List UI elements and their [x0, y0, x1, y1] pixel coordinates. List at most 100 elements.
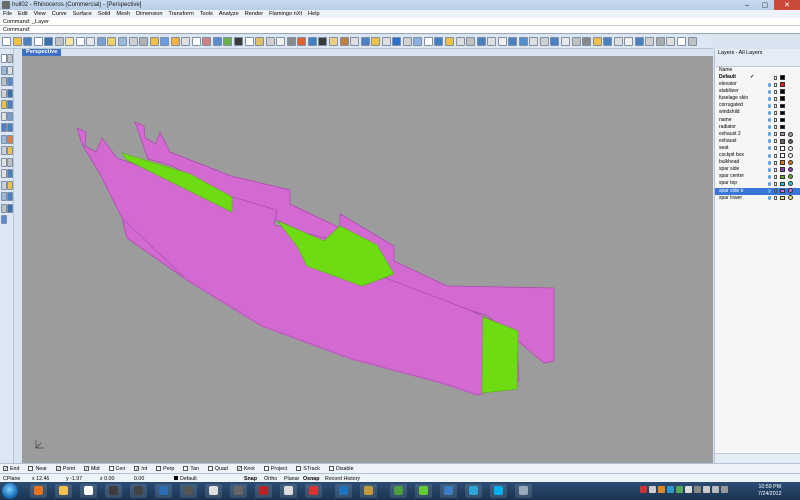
toolbar-button-33[interactable]: [339, 37, 349, 46]
maximize-button[interactable]: ▢: [756, 0, 774, 10]
toolbar-button-11[interactable]: [107, 37, 117, 46]
tool-button-14[interactable]: [7, 123, 13, 132]
toolbar-button-65[interactable]: [677, 37, 686, 46]
toolbar-button-38[interactable]: [392, 37, 402, 46]
toolbar-button-21[interactable]: [212, 37, 222, 46]
menu-transform[interactable]: Transform: [168, 11, 193, 17]
osnap-mid[interactable]: ✓ Mid: [84, 466, 100, 472]
toolbar-button-19[interactable]: [191, 37, 201, 46]
taskbar-app-5[interactable]: [130, 484, 147, 498]
layer-visibility-bulb-icon[interactable]: [768, 146, 771, 151]
toolbar-button-47[interactable]: [487, 37, 497, 46]
toolbar-button-43[interactable]: [444, 37, 454, 46]
layer-lock-icon[interactable]: [774, 181, 777, 186]
layer-material-icon[interactable]: [788, 181, 793, 187]
taskbar-app-18[interactable]: [465, 484, 482, 498]
toolbar-button-24[interactable]: [244, 37, 254, 46]
toolbar-button-51[interactable]: [529, 37, 539, 46]
toolbar-button-58[interactable]: [603, 37, 613, 46]
toolbar-button-50[interactable]: [518, 37, 528, 46]
start-button[interactable]: [2, 483, 18, 499]
toolbar-button-29[interactable]: [297, 37, 307, 46]
layer-visibility-bulb-icon[interactable]: [768, 82, 771, 87]
tray-power-icon[interactable]: [721, 486, 728, 493]
layer-material-icon[interactable]: [788, 138, 793, 144]
osnap-strack[interactable]: STrack: [296, 466, 320, 472]
layer-material-icon[interactable]: [788, 131, 793, 137]
osnap-perp[interactable]: Perp: [156, 466, 174, 472]
toolbar-button-8[interactable]: [75, 37, 85, 46]
tool-button-22[interactable]: [7, 169, 13, 178]
layer-color-swatch[interactable]: [780, 160, 785, 165]
toolbar-button-56[interactable]: [582, 37, 592, 46]
taskbar-photoshop[interactable]: [155, 484, 172, 498]
status-snap[interactable]: Snap: [244, 476, 257, 482]
layer-visibility-bulb-icon[interactable]: [768, 174, 771, 179]
toolbar-button-16[interactable]: [160, 37, 170, 46]
tool-button-4[interactable]: [7, 65, 13, 75]
layer-color-swatch[interactable]: [780, 188, 785, 194]
layer-material-icon[interactable]: [788, 174, 793, 180]
osnap-checkbox[interactable]: ✓: [55, 466, 61, 471]
layer-visibility-bulb-icon[interactable]: [768, 132, 771, 137]
tray-icon-3[interactable]: [658, 486, 665, 493]
layer-lock-icon[interactable]: [774, 118, 777, 123]
layer-material-icon[interactable]: [788, 167, 793, 173]
toolbar-button-20[interactable]: [202, 37, 212, 46]
toolbar-button-62[interactable]: [645, 37, 655, 46]
layer-lock-icon[interactable]: [774, 189, 777, 193]
command-input[interactable]: Command:: [0, 26, 800, 34]
layer-row[interactable]: spar lower: [715, 195, 800, 202]
taskbar-clock[interactable]: 10:59 PM 7/24/2012: [758, 484, 782, 498]
toolbar-button-61[interactable]: [634, 37, 644, 46]
layer-lock-icon[interactable]: [774, 125, 777, 130]
taskbar-app-9[interactable]: [230, 484, 247, 498]
perspective-viewport[interactable]: [22, 56, 713, 463]
tool-button-2[interactable]: [7, 54, 13, 63]
toolbar-button-48[interactable]: [497, 37, 507, 46]
osnap-knot[interactable]: ✓ Knot: [236, 466, 255, 472]
tray-icon-1[interactable]: [640, 486, 647, 493]
layer-visibility-bulb-icon[interactable]: [768, 181, 771, 186]
toolbar-button-52[interactable]: [539, 37, 549, 46]
osnap-checkbox[interactable]: ✓: [236, 466, 242, 471]
toolbar-button-66[interactable]: [687, 37, 697, 46]
toolbar-button-36[interactable]: [371, 37, 381, 46]
taskbar-app-4[interactable]: [105, 484, 122, 498]
taskbar-app-8[interactable]: [205, 484, 222, 498]
layer-material-icon[interactable]: [788, 145, 793, 151]
toolbar-button-37[interactable]: [381, 37, 391, 46]
layer-lock-icon[interactable]: [774, 103, 777, 108]
toolbar-button-35[interactable]: [360, 37, 370, 46]
toolbar-button-63[interactable]: [655, 37, 665, 46]
osnap-checkbox[interactable]: [28, 466, 34, 471]
osnap-disable[interactable]: Disable: [328, 466, 354, 472]
layer-visibility-bulb-icon[interactable]: [768, 139, 771, 144]
tool-button-20[interactable]: [7, 157, 13, 167]
osnap-checkbox[interactable]: ✓: [3, 466, 8, 471]
osnap-checkbox[interactable]: [263, 466, 269, 471]
layer-color-swatch[interactable]: [780, 167, 785, 172]
layer-lock-icon[interactable]: [774, 110, 777, 115]
menu-render[interactable]: Render: [245, 11, 263, 17]
layer-visibility-bulb-icon[interactable]: [768, 103, 771, 108]
layer-row[interactable]: bulkhead: [715, 159, 800, 166]
toolbar-button-7[interactable]: [65, 37, 75, 46]
tool-button-28[interactable]: [7, 203, 13, 213]
taskbar-app-7[interactable]: [180, 484, 197, 498]
toolbar-button-59[interactable]: [613, 37, 623, 46]
menu-surface[interactable]: Surface: [73, 11, 92, 17]
layer-row[interactable]: seat: [715, 145, 800, 152]
layer-color-swatch[interactable]: [780, 174, 785, 179]
tool-button-24[interactable]: [7, 180, 13, 190]
layer-lock-icon[interactable]: [774, 146, 777, 151]
toolbar-button-28[interactable]: [286, 37, 296, 46]
toolbar-button-45[interactable]: [466, 37, 476, 46]
toolbar-button-10[interactable]: [96, 37, 106, 46]
toolbar-button-46[interactable]: [476, 37, 486, 46]
layer-lock-icon[interactable]: [774, 139, 777, 144]
tray-icon-5[interactable]: [676, 486, 683, 493]
osnap-checkbox[interactable]: [108, 466, 114, 471]
layer-color-swatch[interactable]: [780, 131, 785, 137]
toolbar-button-40[interactable]: [413, 37, 423, 46]
